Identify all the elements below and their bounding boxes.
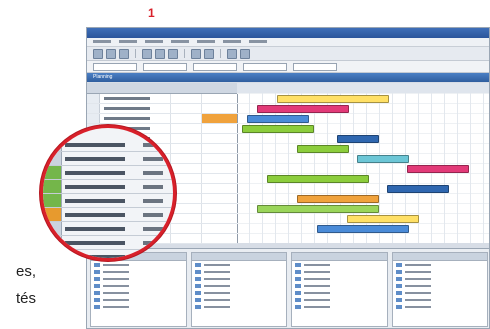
gantt-bar[interactable] (277, 95, 389, 103)
task-row[interactable] (87, 114, 237, 124)
print-icon[interactable] (227, 48, 237, 59)
menu-item[interactable] (249, 40, 267, 43)
gantt-bar[interactable] (407, 165, 469, 173)
magnified-task-row (43, 166, 173, 180)
timeline-grid (237, 93, 489, 243)
redo-icon[interactable] (204, 48, 214, 59)
list-item[interactable] (192, 261, 287, 268)
magnified-task-row (43, 152, 173, 166)
cut-icon[interactable] (142, 48, 152, 59)
resource-panel (190, 252, 287, 327)
list-item[interactable] (393, 282, 488, 289)
gantt-bar[interactable] (357, 155, 409, 163)
toolbar-separator (184, 49, 185, 58)
undo-icon[interactable] (191, 48, 201, 59)
list-item[interactable] (292, 289, 387, 296)
list-item[interactable] (393, 296, 488, 303)
list-item[interactable] (393, 275, 488, 282)
list-item[interactable] (91, 282, 186, 289)
filter-field[interactable] (93, 62, 137, 71)
gantt-bar[interactable] (347, 215, 419, 223)
menu-item[interactable] (171, 40, 189, 43)
list-item[interactable] (192, 296, 287, 303)
paste-icon[interactable] (168, 48, 178, 59)
window-title-bar (87, 28, 489, 38)
menu-item[interactable] (119, 40, 137, 43)
task-row[interactable] (87, 104, 237, 114)
save-icon[interactable] (119, 48, 129, 59)
filter-field[interactable] (143, 62, 187, 71)
list-item[interactable] (393, 261, 488, 268)
caption-line-2: tés (15, 290, 36, 307)
caption-line-1: es, (15, 263, 36, 280)
gantt-bar[interactable] (247, 115, 309, 123)
caption-fragment: es, tés (0, 258, 36, 312)
menu-item[interactable] (223, 40, 241, 43)
list-item[interactable] (292, 275, 387, 282)
filter-bar (87, 61, 489, 73)
gantt-bar[interactable] (257, 105, 349, 113)
list-item[interactable] (91, 275, 186, 282)
magnified-task-row (43, 236, 173, 250)
gantt-chart (237, 83, 489, 243)
menu-item[interactable] (93, 40, 111, 43)
new-icon[interactable] (93, 48, 103, 59)
list-item[interactable] (192, 268, 287, 275)
gantt-bar[interactable] (337, 135, 379, 143)
gantt-bar[interactable] (297, 145, 349, 153)
magnified-task-row (43, 208, 173, 222)
list-item[interactable] (192, 275, 287, 282)
open-icon[interactable] (106, 48, 116, 59)
resource-panel (391, 252, 488, 327)
task-list-header (87, 83, 237, 94)
planning-panel-title: Planning (87, 73, 489, 82)
list-item[interactable] (91, 296, 186, 303)
gantt-bar[interactable] (267, 175, 369, 183)
list-item[interactable] (292, 296, 387, 303)
menu-item[interactable] (145, 40, 163, 43)
magnified-task-row (43, 222, 173, 236)
list-item[interactable] (91, 289, 186, 296)
gantt-bar[interactable] (257, 205, 379, 213)
list-item[interactable] (91, 268, 186, 275)
toolbar-separator (220, 49, 221, 58)
gantt-bar[interactable] (242, 125, 314, 133)
list-item[interactable] (393, 268, 488, 275)
filter-field[interactable] (193, 62, 237, 71)
list-item[interactable] (292, 261, 387, 268)
resource-panel (291, 252, 388, 327)
panel-header (191, 253, 286, 261)
gantt-bar[interactable] (387, 185, 449, 193)
copy-icon[interactable] (155, 48, 165, 59)
list-item[interactable] (91, 303, 186, 310)
magnified-task-row (43, 138, 173, 152)
filter-field[interactable] (293, 62, 337, 71)
zoom-icon[interactable] (240, 48, 250, 59)
menu-item[interactable] (197, 40, 215, 43)
list-item[interactable] (192, 289, 287, 296)
magnified-task-row (43, 180, 173, 194)
magnified-task-row (43, 194, 173, 208)
list-item[interactable] (192, 282, 287, 289)
panel-header (292, 253, 387, 261)
bottom-panels (87, 248, 489, 328)
menu-bar[interactable] (87, 38, 489, 47)
panel-header (392, 253, 487, 261)
filter-field[interactable] (243, 62, 287, 71)
toolbar (87, 47, 489, 61)
zoom-magnifier (40, 125, 176, 261)
list-item[interactable] (393, 289, 488, 296)
toolbar-separator (135, 49, 136, 58)
resource-panel (90, 252, 187, 327)
list-item[interactable] (292, 282, 387, 289)
list-item[interactable] (292, 303, 387, 310)
list-item[interactable] (91, 261, 186, 268)
gantt-bar[interactable] (297, 195, 379, 203)
gantt-bar[interactable] (317, 225, 409, 233)
task-row[interactable] (87, 94, 237, 104)
list-item[interactable] (393, 303, 488, 310)
list-item[interactable] (292, 268, 387, 275)
list-item[interactable] (192, 303, 287, 310)
figure-number: 1 (148, 6, 155, 20)
